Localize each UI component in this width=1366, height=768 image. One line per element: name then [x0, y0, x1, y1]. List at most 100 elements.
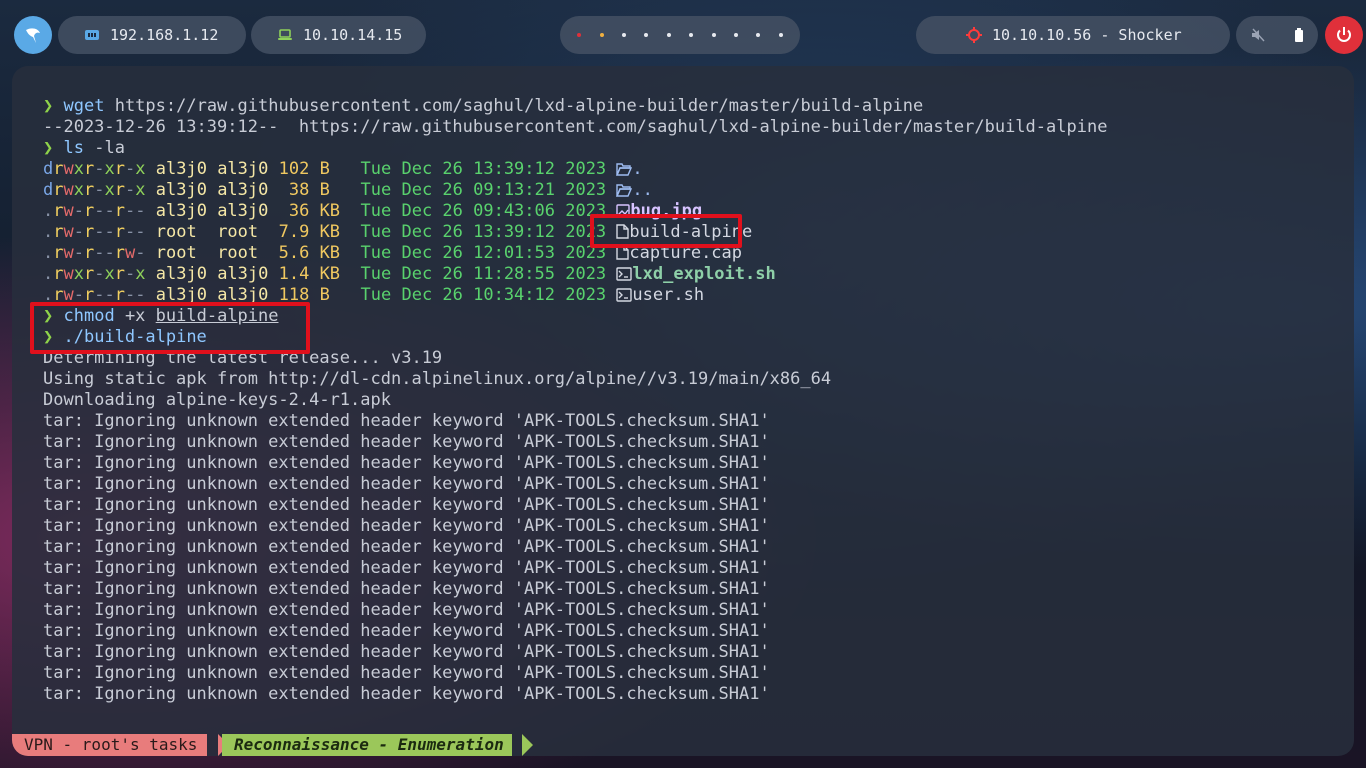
file-icon	[616, 245, 630, 266]
file-size: 7.9 KB	[278, 222, 341, 242]
file-row: .rw-r--rw- root root 5.6 KB Tue Dec 26 1…	[43, 243, 1107, 264]
system-tray	[1236, 16, 1318, 54]
file-date: Tue Dec 26 12:01:53 2023	[360, 243, 607, 263]
vpn-ip-widget[interactable]: 10.10.14.15	[251, 16, 426, 54]
file-group: al3j0	[217, 201, 269, 221]
terminal-icon	[616, 287, 633, 308]
file-permissions: .rw-r--r--	[43, 222, 146, 242]
output-line: tar: Ignoring unknown extended header ke…	[43, 516, 770, 536]
file-size: 1.4 KB	[278, 264, 341, 284]
file-permissions: .rw-r--r--	[43, 201, 146, 221]
power-button[interactable]	[1325, 16, 1363, 54]
highlight-box-commands	[30, 302, 310, 354]
window-segment-arrow	[522, 734, 533, 756]
file-group: al3j0	[217, 180, 269, 200]
command-name: wget	[63, 96, 105, 116]
file-owner: root	[155, 243, 207, 263]
command-args: -la	[94, 138, 125, 158]
local-ip-text: 192.168.1.12	[110, 26, 219, 44]
file-name: lxd_exploit.sh	[632, 264, 776, 284]
terminal-output: ❯ wget https://raw.githubusercontent.com…	[43, 96, 1107, 705]
output-line: tar: Ignoring unknown extended header ke…	[43, 537, 770, 557]
file-row: .rw-r--r-- al3j0 al3j0 36 KB Tue Dec 26 …	[43, 201, 1107, 222]
prompt-symbol: ❯	[43, 96, 54, 116]
output-line: tar: Ignoring unknown extended header ke…	[43, 411, 770, 431]
output-line: tar: Ignoring unknown extended header ke…	[43, 684, 770, 704]
file-group: root	[217, 222, 269, 242]
output-line: tar: Ignoring unknown extended header ke…	[43, 621, 770, 641]
file-permissions: drwxr-xr-x	[43, 180, 146, 200]
wget-output-line: --2023-12-26 13:39:12-- https://raw.gith…	[43, 117, 1108, 137]
output-line: Using static apk from http://dl-cdn.alpi…	[43, 369, 832, 389]
command-name: ls	[63, 138, 84, 158]
crosshair-icon	[966, 27, 982, 43]
file-row: drwxr-xr-x al3j0 al3j0 102 B Tue Dec 26 …	[43, 159, 1107, 180]
ls-command-line: ❯ ls -la	[43, 138, 1107, 159]
file-date: Tue Dec 26 09:13:21 2023	[360, 180, 607, 200]
output-line: tar: Ignoring unknown extended header ke…	[43, 558, 770, 578]
target-text: 10.10.10.56 - Shocker	[992, 26, 1182, 44]
output-line: tar: Ignoring unknown extended header ke…	[43, 495, 770, 515]
battery-icon[interactable]	[1294, 28, 1304, 42]
session-segment[interactable]: VPN - root's tasks	[12, 734, 208, 756]
file-size: 36 KB	[278, 201, 341, 221]
file-size: 5.6 KB	[278, 243, 341, 263]
workspace-3[interactable]	[621, 33, 626, 37]
file-owner: al3j0	[155, 180, 207, 200]
local-ip-widget[interactable]: 192.168.1.12	[58, 16, 246, 54]
bird-logo-icon	[26, 28, 40, 43]
volume-muted-icon[interactable]	[1251, 28, 1265, 42]
workspace-10[interactable]	[778, 33, 783, 37]
file-group: al3j0	[217, 264, 269, 284]
workspace-4[interactable]	[644, 33, 649, 37]
laptop-icon	[278, 29, 292, 40]
terminal-icon	[616, 266, 633, 287]
file-size: 102 B	[278, 159, 341, 179]
vpn-ip-text: 10.10.14.15	[303, 26, 403, 44]
workspace-switcher[interactable]	[560, 16, 800, 54]
command-url: https://raw.githubusercontent.com/saghul…	[114, 96, 924, 116]
output-line: tar: Ignoring unknown extended header ke…	[43, 663, 770, 683]
output-line: Downloading alpine-keys-2.4-r1.apk	[43, 390, 391, 410]
file-listing: drwxr-xr-x al3j0 al3j0 102 B Tue Dec 26 …	[43, 159, 1107, 306]
file-permissions: .rw-r--rw-	[43, 243, 146, 263]
file-owner: al3j0	[155, 201, 207, 221]
folder-open-icon	[616, 182, 633, 203]
file-name: .	[632, 159, 643, 179]
network-icon	[85, 30, 99, 40]
file-date: Tue Dec 26 13:39:12 2023	[360, 159, 607, 179]
wget-command-line: ❯ wget https://raw.githubusercontent.com…	[43, 96, 1107, 117]
tmux-status-line: VPN - root's tasks Reconnaissance - Enum…	[12, 734, 1354, 756]
output-line: tar: Ignoring unknown extended header ke…	[43, 600, 770, 620]
file-date: Tue Dec 26 09:43:06 2023	[360, 201, 607, 221]
output-line: tar: Ignoring unknown extended header ke…	[43, 453, 770, 473]
workspace-8[interactable]	[733, 33, 738, 37]
power-icon	[1337, 27, 1351, 42]
file-size: 38 B	[278, 180, 341, 200]
output-line: tar: Ignoring unknown extended header ke…	[43, 474, 770, 494]
file-date: Tue Dec 26 11:28:55 2023	[360, 264, 607, 284]
workspace-5[interactable]	[666, 33, 671, 37]
output-line: tar: Ignoring unknown extended header ke…	[43, 579, 770, 599]
file-date: Tue Dec 26 13:39:12 2023	[360, 222, 607, 242]
file-group: al3j0	[217, 159, 269, 179]
build-output: Determining the latest release... v3.19 U…	[43, 348, 1107, 705]
terminal-window[interactable]: ❯ wget https://raw.githubusercontent.com…	[12, 66, 1354, 756]
file-owner: al3j0	[155, 159, 207, 179]
file-date: Tue Dec 26 10:34:12 2023	[360, 285, 607, 305]
workspace-7[interactable]	[711, 33, 716, 37]
file-name: ..	[632, 180, 653, 200]
app-launcher-button[interactable]	[14, 16, 52, 54]
file-permissions: .rwxr-xr-x	[43, 264, 146, 284]
file-owner: root	[155, 222, 207, 242]
prompt-symbol: ❯	[43, 138, 54, 158]
highlight-box-file	[590, 214, 742, 248]
workspace-6[interactable]	[689, 33, 694, 37]
file-row: drwxr-xr-x al3j0 al3j0 38 B Tue Dec 26 0…	[43, 180, 1107, 201]
folder-open-icon	[616, 161, 633, 182]
target-widget[interactable]: 10.10.10.56 - Shocker	[916, 16, 1230, 54]
workspace-2[interactable]	[599, 33, 604, 37]
window-segment[interactable]: Reconnaissance - Enumeration	[222, 734, 512, 756]
workspace-1[interactable]	[577, 33, 582, 37]
workspace-9[interactable]	[756, 33, 761, 37]
